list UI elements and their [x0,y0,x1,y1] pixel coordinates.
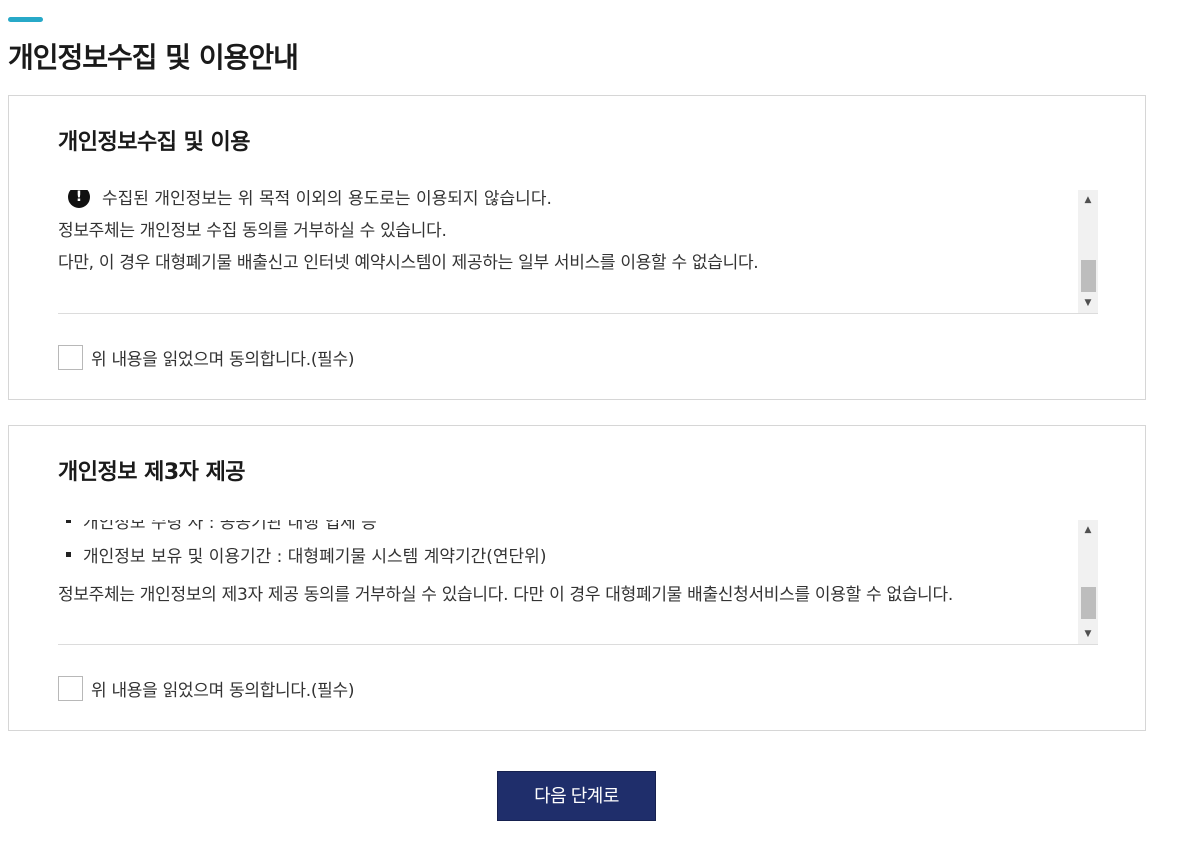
arrow-up-icon[interactable]: ▲ [1078,520,1098,540]
notice-line: ! 수집된 개인정보는 위 목적 이외의 용도로는 이용되지 않습니다. [68,190,552,209]
section-title-collection: 개인정보수집 및 이용 [58,130,250,155]
collection-agree-row[interactable]: 위 내용을 읽었으며 동의합니다.(필수) [58,345,354,370]
third-party-terms-content: 개인정보 수령 자 : 공공기관 대행 업체 등 개인정보 보유 및 이용기간 … [58,520,1078,644]
retention-text: 개인정보 보유 및 이용기간 : 대형폐기물 시스템 계약기간(연단위) [83,547,547,567]
collection-agree-checkbox[interactable] [58,345,83,370]
collection-scrollbar[interactable]: ▲ ▼ [1078,190,1098,313]
title-accent-bar [8,17,43,22]
third-party-text-line-1: 정보주체는 개인정보의 제3자 제공 동의를 거부하실 수 있습니다. 다만 이… [58,585,953,605]
bullet-icon [66,520,71,523]
scrollbar-thumb[interactable] [1081,260,1096,292]
notice-text: 수집된 개인정보는 위 목적 이외의 용도로는 이용되지 않습니다. [102,190,552,209]
arrow-down-icon[interactable]: ▼ [1078,624,1098,644]
third-party-agree-checkbox[interactable] [58,676,83,701]
collection-text-line-1: 정보주체는 개인정보 수집 동의를 거부하실 수 있습니다. [58,221,447,241]
exclamation-circle-icon: ! [68,190,90,208]
collection-agree-label[interactable]: 위 내용을 읽었으며 동의합니다.(필수) [91,345,354,370]
partial-bullet-text: 개인정보 수령 자 : 공공기관 대행 업체 등 [83,520,377,533]
third-party-agree-row[interactable]: 위 내용을 읽었으며 동의합니다.(필수) [58,676,354,701]
scrollbar-thumb[interactable] [1081,587,1096,619]
third-party-bullet-retention: 개인정보 보유 및 이용기간 : 대형폐기물 시스템 계약기간(연단위) [66,542,546,567]
page-title: 개인정보수집 및 이용안내 [8,41,299,74]
collection-terms-content: ! 수집된 개인정보는 위 목적 이외의 용도로는 이용되지 않습니다. 정보주… [58,190,1078,313]
third-party-scrollbar[interactable]: ▲ ▼ [1078,520,1098,644]
third-party-terms-box[interactable]: 개인정보 수령 자 : 공공기관 대행 업체 등 개인정보 보유 및 이용기간 … [58,520,1098,645]
bullet-icon [66,552,71,557]
third-party-bullet-partial: 개인정보 수령 자 : 공공기관 대행 업체 등 [66,520,377,533]
collection-text-line-2: 다만, 이 경우 대형폐기물 배출신고 인터넷 예약시스템이 제공하는 일부 서… [58,253,759,273]
collection-terms-box[interactable]: ! 수집된 개인정보는 위 목적 이외의 용도로는 이용되지 않습니다. 정보주… [58,190,1098,314]
arrow-down-icon[interactable]: ▼ [1078,293,1098,313]
section-title-third-party: 개인정보 제3자 제공 [58,460,246,485]
arrow-up-icon[interactable]: ▲ [1078,190,1098,210]
third-party-panel: 개인정보 제3자 제공 개인정보 수령 자 : 공공기관 대행 업체 등 개인정… [8,425,1146,731]
privacy-collection-panel: 개인정보수집 및 이용 ! 수집된 개인정보는 위 목적 이외의 용도로는 이용… [8,95,1146,400]
third-party-agree-label[interactable]: 위 내용을 읽었으며 동의합니다.(필수) [91,676,354,701]
next-step-button[interactable]: 다음 단계로 [497,771,656,821]
